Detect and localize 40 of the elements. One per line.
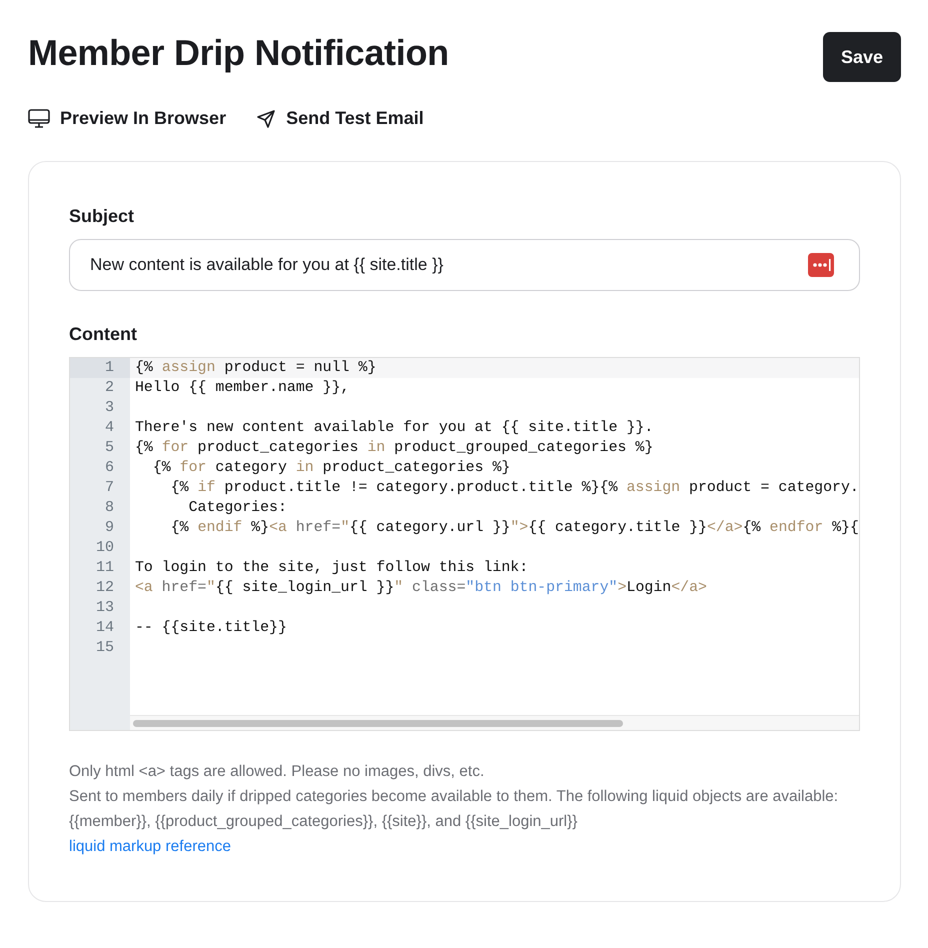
- liquid-reference-link[interactable]: liquid markup reference: [69, 834, 231, 859]
- line-number: 9: [104, 518, 115, 538]
- line-number: 12: [94, 578, 115, 598]
- subject-label: Subject: [69, 206, 136, 227]
- line-number: 4: [104, 418, 115, 438]
- send-test-email-button[interactable]: Send Test Email: [256, 108, 424, 129]
- send-icon: [256, 108, 276, 128]
- monitor-icon: [28, 108, 50, 128]
- code-line: <a href="{{ site_login_url }}" class="btn btn-primary">Login</a>: [134, 579, 708, 598]
- page-title: Member Drip Notification: [28, 32, 449, 74]
- line-number: 15: [94, 638, 115, 658]
- code-line: Categories:: [188, 499, 288, 518]
- code-line: {% for product_categories in product_grouped_categories %}: [134, 439, 654, 458]
- save-button[interactable]: Save: [822, 32, 901, 82]
- help-text: Sent to members daily if dripped categories become available to them. The following liquid objects are available: {{member}}, {{product_grouped_categories}}, {{site}}, and {{site_login_url}}: [69, 787, 840, 832]
- code-line: {% if product.title != category.product.title %}{% assign product = category.: [170, 479, 859, 498]
- line-number: 11: [94, 558, 115, 578]
- line-number: 8: [104, 498, 115, 518]
- code-line: There's new content available for you at {{ site.title }}.: [134, 419, 654, 438]
- code-line: {% for category in product_categories %}: [152, 459, 512, 478]
- content-label: Content: [69, 324, 138, 345]
- line-number: 6: [104, 458, 115, 478]
- subject-field[interactable]: New content is available for you at {{ site.title }}: [69, 239, 860, 291]
- horizontal-scrollbar[interactable]: [130, 715, 859, 730]
- line-number: 13: [94, 598, 115, 618]
- line-number: 7: [104, 478, 115, 498]
- line-number: 2: [104, 378, 115, 398]
- code-line: Hello {{ member.name }},: [134, 379, 350, 398]
- help-text: Only html <a> tags are allowed. Please no images, divs, etc.: [69, 762, 486, 782]
- line-number: 3: [104, 398, 115, 418]
- code-line: {% endif %}<a href="{{ category.url }}">{{ category.title }}</a>{% endfor %}{: [170, 519, 859, 538]
- code-line: To login to the site, just follow this link:: [134, 559, 530, 578]
- line-number: 1: [70, 358, 130, 378]
- line-number: 14: [94, 618, 115, 638]
- line-number: 10: [94, 538, 115, 558]
- preview-button[interactable]: Preview In Browser: [28, 108, 226, 129]
- password-manager-icon[interactable]: [808, 253, 834, 277]
- code-line: -- {{site.title}}: [134, 619, 288, 638]
- line-number: 5: [104, 438, 115, 458]
- code-editor[interactable]: [69, 357, 860, 731]
